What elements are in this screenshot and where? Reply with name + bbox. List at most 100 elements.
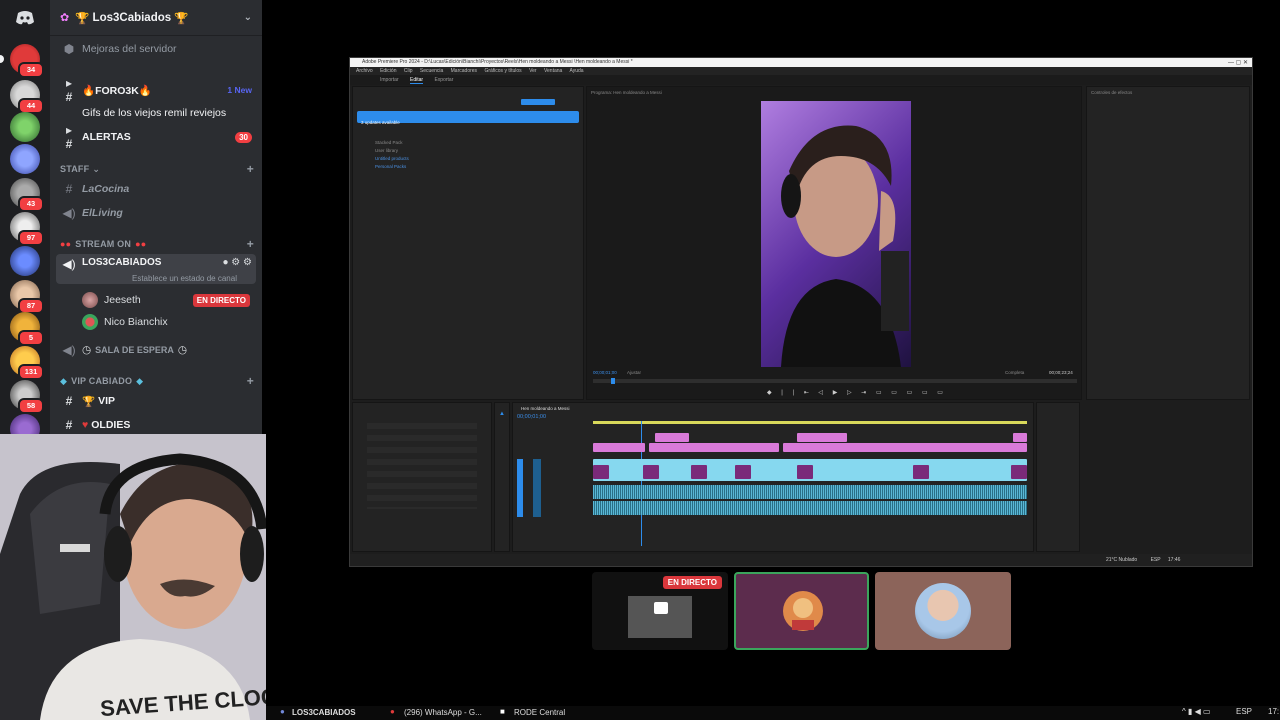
menu-item[interactable]: Ventana xyxy=(544,68,562,74)
sequence-tab[interactable]: Hen moldeando a Messi xyxy=(521,406,570,411)
taskbar-item[interactable]: (296) WhatsApp - G... xyxy=(404,708,482,717)
chrome-icon[interactable]: ● xyxy=(390,707,395,716)
window-controls-icon[interactable]: — ▢ ✕ xyxy=(1228,59,1248,66)
playhead-bar[interactable] xyxy=(593,378,1077,384)
rode-icon[interactable]: ■ xyxy=(500,707,505,716)
channel-status[interactable]: Establece un estado de canal xyxy=(132,274,237,283)
discord-home-icon[interactable] xyxy=(10,6,40,30)
server-header[interactable]: ✿ 🏆 Los3Cabiados 🏆 ⌄ xyxy=(50,0,262,36)
menu-item[interactable]: Gráficos y títulos xyxy=(484,68,521,74)
taskbar-item[interactable]: RODE Central xyxy=(514,708,565,717)
work-area-bar[interactable] xyxy=(593,421,1027,424)
server-icon[interactable]: 97 xyxy=(10,212,44,246)
category-vip[interactable]: ◆ VIP CABIADO ◆ + xyxy=(60,374,254,388)
stream-tile-speaking[interactable] xyxy=(734,572,869,650)
channel-elliving[interactable]: ◀) ElLiving xyxy=(56,203,256,223)
track-header[interactable] xyxy=(533,459,541,517)
menu-item[interactable]: Ayuda xyxy=(569,68,583,74)
monitor-icon xyxy=(654,602,668,614)
timeline-playhead[interactable] xyxy=(641,421,642,546)
bin-item[interactable]: Stacked Pack xyxy=(375,139,409,147)
speaker-icon: ◀) xyxy=(62,257,76,271)
title-clip[interactable] xyxy=(655,433,689,442)
add-channel-icon[interactable]: + xyxy=(247,374,254,388)
server-icon[interactable] xyxy=(10,144,40,174)
project-tree[interactable] xyxy=(367,423,477,509)
title-clip[interactable] xyxy=(649,443,779,452)
title-clip[interactable] xyxy=(1013,433,1027,442)
menu-item[interactable]: Marcadores xyxy=(451,68,477,74)
menu-item[interactable]: Archivo xyxy=(356,68,373,74)
server-boost-link[interactable]: ⬢ Mejoras del servidor xyxy=(56,39,256,59)
premiere-title-bar: Adobe Premiere Pro 2024 - D:\Lucas\Edici… xyxy=(350,58,1252,67)
screen-share-view[interactable]: Adobe Premiere Pro 2024 - D:\Lucas\Edici… xyxy=(349,57,1253,567)
server-icon[interactable]: 5 xyxy=(10,312,44,346)
audio-waveform[interactable] xyxy=(593,485,1027,499)
premiere-menu-bar: Archivo Edición Clip Secuencia Marcadore… xyxy=(350,67,1252,75)
tab-editar[interactable]: Editar xyxy=(410,77,424,84)
title-clip[interactable] xyxy=(593,443,645,452)
selection-tool-icon[interactable]: ▲ xyxy=(499,411,505,417)
title-clip[interactable] xyxy=(783,443,1027,452)
server-icon[interactable] xyxy=(10,246,40,276)
voice-user-nico[interactable]: Nico Bianchix xyxy=(76,312,256,332)
tab-importar[interactable]: Importar xyxy=(380,77,399,83)
channel-name: LaCocina xyxy=(82,183,130,195)
channel-oldies[interactable]: # ♥ OLDIES xyxy=(56,415,256,434)
category-label: VIP CABIADO xyxy=(71,376,133,386)
transport-controls[interactable]: ◆ | | ⇤ ◁ ▶ ▷ ⇥ ▭ ▭ ▭ ▭ ▭ xyxy=(767,389,947,396)
channel-vip[interactable]: # 🏆 VIP xyxy=(56,391,256,411)
playhead[interactable] xyxy=(611,378,615,384)
chevron-down-icon[interactable]: ⌄ xyxy=(244,12,252,23)
settings-gear-icon[interactable]: ● ⚙ ⚙ xyxy=(222,257,252,268)
category-label: STREAM ON xyxy=(75,239,132,249)
add-channel-icon[interactable]: + xyxy=(247,162,254,176)
bin-item[interactable]: Personal Packs xyxy=(375,163,409,171)
channel-alertas[interactable]: ▸ # ALERTAS 30 xyxy=(56,123,256,151)
live-badge: EN DIRECTO xyxy=(662,576,722,589)
thread-gifs[interactable]: Gifs de los viejos remil reviejos xyxy=(76,103,256,123)
tools-panel: ▲ xyxy=(494,402,510,552)
source-panel: 3 updates available Stacked Pack User li… xyxy=(352,86,584,400)
menu-item[interactable]: Edición xyxy=(380,68,396,74)
stream-tile-screen[interactable]: EN DIRECTO xyxy=(592,572,728,650)
bin-item[interactable]: User library xyxy=(375,147,409,155)
tray-icons[interactable]: ^ ▮ ◀ ▭ xyxy=(1182,707,1211,716)
menu-item[interactable]: Ver xyxy=(529,68,537,74)
channel-foro[interactable]: ▸ # 🔥FORO3K🔥 1 New xyxy=(56,76,256,104)
server-icon[interactable]: 44 xyxy=(10,80,44,114)
server-icon[interactable] xyxy=(10,112,40,142)
fit-dropdown[interactable]: Ajustar xyxy=(627,370,641,375)
server-icon[interactable]: 58 xyxy=(10,380,44,414)
add-channel-icon[interactable]: + xyxy=(247,237,254,251)
diamond-icon: ◆ xyxy=(136,375,144,386)
panel-title: Controles de efectos xyxy=(1091,90,1133,95)
server-avatar xyxy=(10,144,40,174)
server-icon[interactable]: 87 xyxy=(10,280,44,314)
track-target[interactable] xyxy=(517,459,523,517)
category-stream-on[interactable]: ●● STREAM ON ●● + xyxy=(60,237,254,251)
video-frame[interactable] xyxy=(761,101,911,367)
server-icon[interactable]: 43 xyxy=(10,178,44,212)
red-circle-icon: ●● xyxy=(135,239,147,249)
discover-packs-button[interactable] xyxy=(521,99,555,105)
server-icon[interactable]: 131 xyxy=(10,346,44,380)
bin-item[interactable]: Untitled products xyxy=(375,155,409,163)
audio-waveform[interactable] xyxy=(593,501,1027,515)
channel-lacocina[interactable]: # LaCocina xyxy=(56,179,256,199)
title-clip[interactable] xyxy=(797,433,847,442)
boost-label: Mejoras del servidor xyxy=(82,43,177,55)
stream-tile-user[interactable] xyxy=(875,572,1011,650)
server-icon-los3cabiados[interactable]: 34 xyxy=(0,44,44,78)
updates-banner[interactable]: 3 updates available xyxy=(357,111,579,125)
voice-channel-sala-espera[interactable]: ◀) ◷ SALA DE ESPERA ◷ xyxy=(56,340,256,360)
menu-item[interactable]: Clip xyxy=(404,68,413,74)
category-staff[interactable]: STAFF ⌄ + xyxy=(60,162,254,176)
tab-exportar[interactable]: Exportar xyxy=(434,77,453,83)
taskbar-item[interactable]: LOS3CABIADOS xyxy=(292,708,356,717)
voice-user-jeeseth[interactable]: Jeeseth EN DIRECTO xyxy=(76,290,256,310)
server-icon[interactable] xyxy=(10,414,40,434)
menu-item[interactable]: Secuencia xyxy=(420,68,443,74)
discord-taskbar-icon[interactable]: ● xyxy=(280,707,285,716)
quality-dropdown[interactable]: Completa xyxy=(1005,370,1024,375)
